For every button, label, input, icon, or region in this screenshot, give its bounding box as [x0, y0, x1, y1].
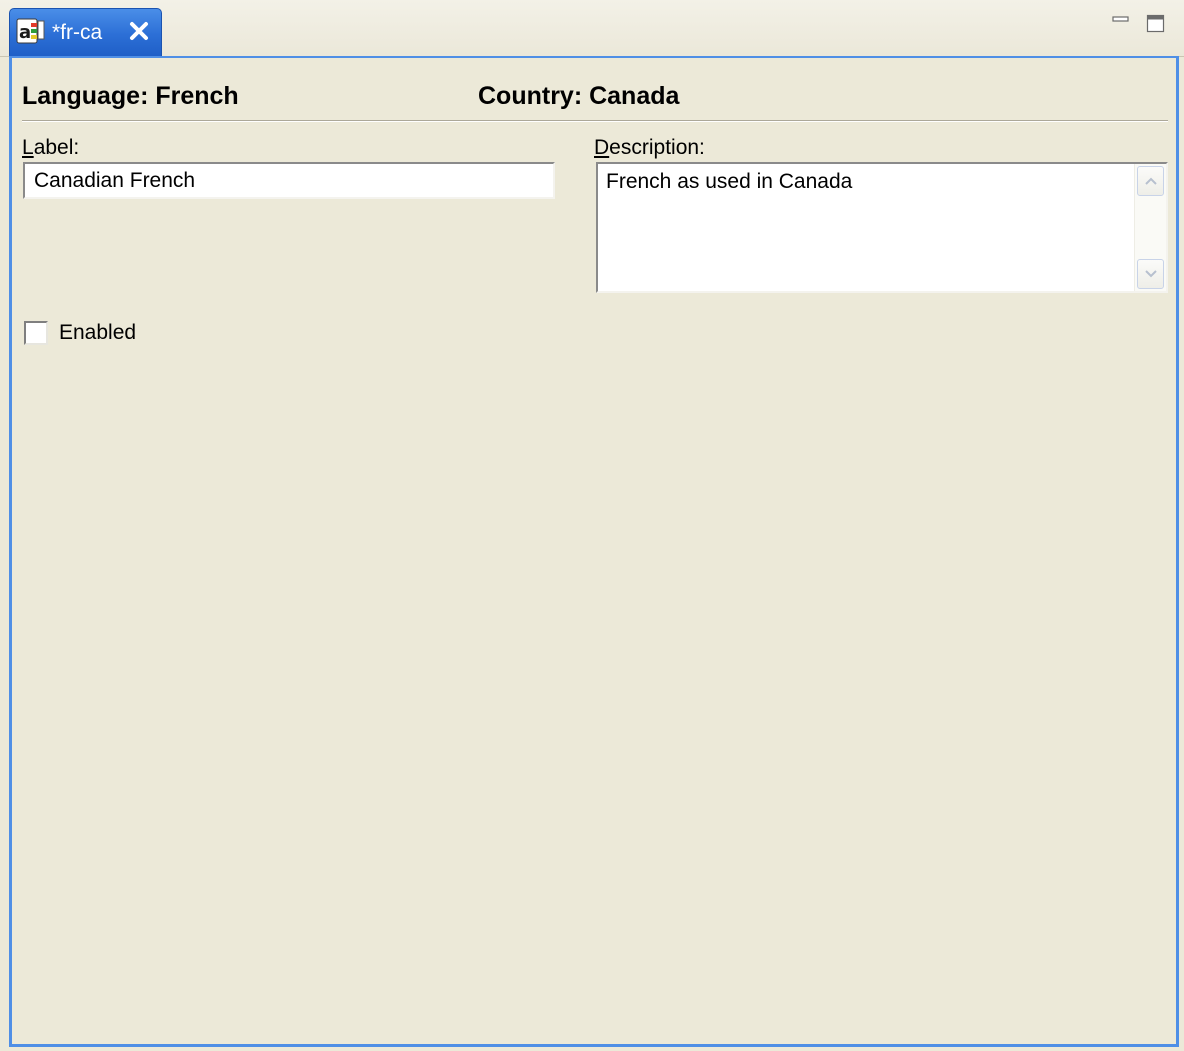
enabled-checkbox[interactable] — [24, 321, 48, 345]
country-heading: Country: Canada — [478, 82, 680, 110]
description-textarea[interactable]: French as used in Canada — [596, 162, 1168, 293]
close-icon[interactable] — [127, 19, 151, 43]
language-heading: Language: French — [22, 82, 239, 110]
chevron-up-icon — [1145, 177, 1157, 185]
svg-text:a: a — [19, 22, 31, 43]
label-caption-mnemonic: L — [22, 136, 34, 159]
locale-editor-icon: a — [16, 17, 46, 47]
description-field-caption: Description: — [594, 136, 705, 160]
editor-content: Language: French Country: Canada Label: … — [9, 56, 1179, 1047]
tab-title: *fr-ca — [52, 21, 103, 44]
header-separator — [22, 120, 1168, 122]
label-field-caption: Label: — [22, 136, 79, 160]
label-caption-text: abel: — [33, 136, 80, 159]
description-scrollbar[interactable] — [1134, 164, 1166, 291]
description-caption-mnemonic: D — [594, 136, 610, 159]
locale-editor: a *fr-ca Language: French Country: Canad… — [0, 0, 1184, 1051]
label-input[interactable]: Canadian French — [23, 162, 555, 199]
editor-tab-strip: a *fr-ca — [0, 0, 1184, 57]
description-text: French as used in Canada — [606, 170, 853, 193]
enabled-label[interactable]: Enabled — [59, 320, 136, 346]
maximize-icon[interactable] — [1146, 14, 1166, 34]
description-caption-text: escription: — [609, 136, 705, 159]
chevron-down-icon — [1145, 270, 1157, 278]
scroll-down-button[interactable] — [1137, 259, 1164, 289]
editor-tab-fr-ca[interactable]: a *fr-ca — [9, 8, 162, 56]
minimize-icon[interactable] — [1111, 14, 1131, 34]
scroll-up-button[interactable] — [1137, 166, 1164, 196]
